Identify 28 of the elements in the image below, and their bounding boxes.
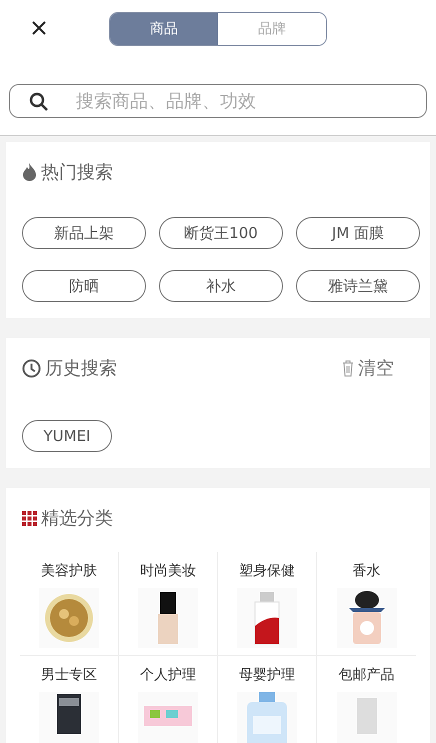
category-item[interactable]: 个人护理 — [119, 656, 218, 743]
close-icon — [31, 20, 47, 36]
section-title: 精选分类 — [41, 507, 113, 530]
category-item[interactable]: 美容护肤 — [20, 552, 119, 656]
search-tag[interactable]: 雅诗兰黛 — [296, 270, 420, 302]
section-title: 历史搜索 — [45, 357, 117, 380]
search-tag[interactable]: JM 面膜 — [296, 217, 420, 249]
history-tag[interactable]: YUMEI — [22, 420, 112, 452]
search-tag[interactable]: 补水 — [159, 270, 283, 302]
category-item[interactable]: 包邮产品 — [317, 656, 416, 743]
clock-icon — [22, 358, 41, 378]
category-item[interactable]: 男士专区 — [20, 656, 119, 743]
flame-icon — [22, 163, 37, 181]
search-field[interactable]: 搜索商品、品牌、功效 — [9, 84, 427, 118]
category-item[interactable]: 香水 — [317, 552, 416, 656]
section-title: 热门搜索 — [41, 161, 113, 184]
clear-button[interactable]: 清空 — [342, 356, 394, 380]
search-tag[interactable]: 防晒 — [22, 270, 146, 302]
search-tag[interactable]: 断货王100 — [159, 217, 283, 249]
trash-icon — [342, 360, 354, 376]
search-tag[interactable]: 新品上架 — [22, 217, 146, 249]
category-item[interactable]: 母婴护理 — [218, 656, 317, 743]
grid-icon — [22, 510, 37, 526]
tab[interactable]: 商品 — [110, 13, 218, 45]
close-button[interactable] — [31, 20, 47, 36]
search-icon — [29, 92, 49, 112]
category-item[interactable]: 塑身保健 — [218, 552, 317, 656]
category-item[interactable]: 时尚美妆 — [119, 552, 218, 656]
